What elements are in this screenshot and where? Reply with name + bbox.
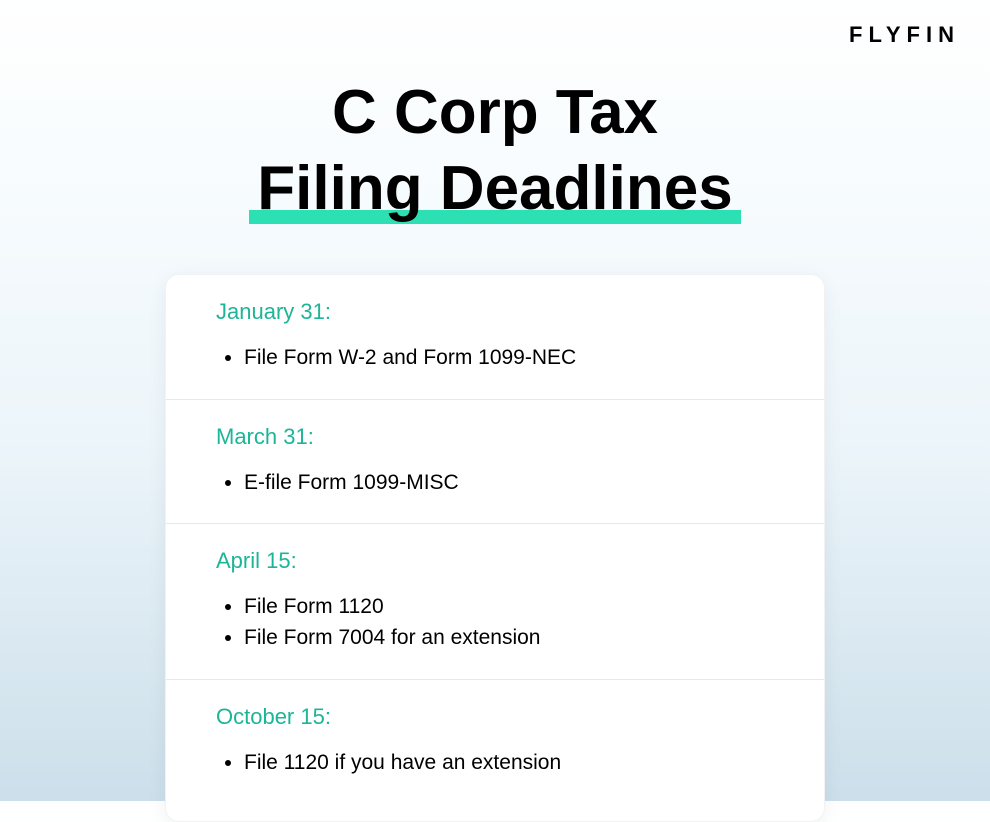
page-header: C Corp Tax Filing Deadlines: [0, 0, 990, 226]
deadline-items: File 1120 if you have an extension: [216, 748, 774, 777]
list-item: File 1120 if you have an extension: [244, 748, 774, 777]
deadline-items: E-file Form 1099-MISC: [216, 468, 774, 497]
deadline-section: April 15: File Form 1120 File Form 7004 …: [166, 524, 824, 680]
list-item: File Form 7004 for an extension: [244, 623, 774, 652]
deadline-date: April 15:: [216, 548, 774, 574]
list-item: File Form 1120: [244, 592, 774, 621]
title-line-2: Filing Deadlines: [257, 151, 732, 227]
deadlines-card: January 31: File Form W-2 and Form 1099-…: [165, 274, 825, 822]
page-title: C Corp Tax Filing Deadlines: [257, 75, 732, 226]
deadline-section: March 31: E-file Form 1099-MISC: [166, 400, 824, 524]
list-item: E-file Form 1099-MISC: [244, 468, 774, 497]
title-line-1: C Corp Tax: [257, 75, 732, 151]
deadline-items: File Form W-2 and Form 1099-NEC: [216, 343, 774, 372]
deadline-date: October 15:: [216, 704, 774, 730]
deadline-items: File Form 1120 File Form 7004 for an ext…: [216, 592, 774, 653]
deadline-section: October 15: File 1120 if you have an ext…: [166, 680, 824, 821]
brand-logo: FLYFIN: [849, 22, 960, 48]
deadline-date: March 31:: [216, 424, 774, 450]
deadline-section: January 31: File Form W-2 and Form 1099-…: [166, 275, 824, 399]
list-item: File Form W-2 and Form 1099-NEC: [244, 343, 774, 372]
deadline-date: January 31:: [216, 299, 774, 325]
